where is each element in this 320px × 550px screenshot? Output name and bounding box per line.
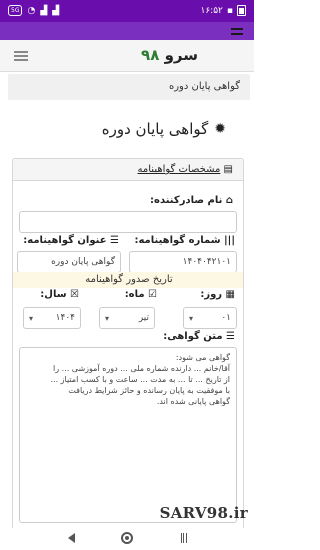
certificate-panel: ▤ مشخصات گواهینامه ⌂ نام صادرکننده: ||| … <box>12 158 244 530</box>
year-select[interactable]: ۱۴۰۴ <box>23 307 81 329</box>
back-icon[interactable] <box>68 533 75 543</box>
network-badge: 5G <box>8 5 23 16</box>
month-label: ☑ ماه: <box>124 289 157 300</box>
breadcrumb: گواهی پایان دوره <box>8 74 250 100</box>
app-top-band <box>0 22 254 40</box>
site-watermark: SARV98.ir <box>159 504 248 522</box>
panel-heading-text: مشخصات گواهینامه <box>137 164 221 175</box>
calendar-icon: ▦ <box>225 289 235 300</box>
page-title: ✹ گواهی پایان دوره <box>102 120 226 138</box>
system-navigation-bar <box>0 528 254 550</box>
list-icon: ☰ <box>226 331 235 342</box>
barcode-icon: ||| <box>224 235 235 246</box>
site-brand[interactable]: سرو ۹۸ <box>141 46 198 64</box>
battery-icon <box>237 5 246 16</box>
issuer-input[interactable] <box>19 211 237 233</box>
cert-number-input[interactable]: ۱۴۰۴۰۴۲۱۰۱ <box>129 251 237 273</box>
panel-heading: ▤ مشخصات گواهینامه <box>13 159 243 181</box>
day-select[interactable]: ۰۱ <box>183 307 237 329</box>
calendar-check-icon: ☑ <box>148 289 157 300</box>
recent-apps-icon[interactable] <box>181 533 187 543</box>
cert-number-label: ||| شماره گواهینامه: <box>134 235 235 246</box>
signal-icon: ▟ <box>40 5 48 16</box>
gear-icon: ✹ <box>214 121 226 137</box>
status-left: 5G ◔ ▟ ▟ <box>8 5 59 16</box>
day-label: ▦ روز: <box>200 289 235 300</box>
issuer-label: ⌂ نام صادرکننده: <box>150 195 233 206</box>
notification-icon: ▪ <box>226 5 233 16</box>
month-select[interactable]: تیر <box>99 307 155 329</box>
list-icon: ☰ <box>110 235 119 246</box>
issue-date-strip: تاریخ صدور گواهینامه <box>13 272 243 288</box>
hamburger-menu-icon[interactable] <box>14 51 28 61</box>
brand-text: سرو <box>164 46 198 64</box>
cert-title-input[interactable]: گواهی پایان دوره <box>17 251 121 273</box>
cert-title-label: ☰ عنوان گواهینامه: <box>23 235 119 246</box>
home-icon: ⌂ <box>225 195 233 206</box>
certificate-text-area[interactable]: گواهی می شود: آقا/خانم ... دارنده شماره … <box>19 347 237 523</box>
home-button-icon[interactable] <box>121 532 133 544</box>
body-label: ☰ متن گواهی: <box>163 331 235 342</box>
breadcrumb-item[interactable]: گواهی پایان دوره <box>169 81 240 92</box>
page-title-text: گواهی پایان دوره <box>101 120 209 138</box>
wifi-icon: ◔ <box>27 5 36 16</box>
calendar-x-icon: ☒ <box>70 289 79 300</box>
time-text: ۱۶:۵۲ <box>200 5 223 16</box>
book-icon: ▤ <box>223 164 233 175</box>
brand-number: ۹۸ <box>141 46 160 64</box>
status-bar: 5G ◔ ▟ ▟ ۱۶:۵۲ ▪ <box>0 0 254 22</box>
top-menu-icon[interactable] <box>226 24 248 38</box>
signal-icon: ▟ <box>52 5 60 16</box>
site-navbar: سرو ۹۸ <box>0 40 254 72</box>
status-right: ۱۶:۵۲ ▪ <box>201 5 246 16</box>
year-label: ☒ سال: <box>40 289 79 300</box>
